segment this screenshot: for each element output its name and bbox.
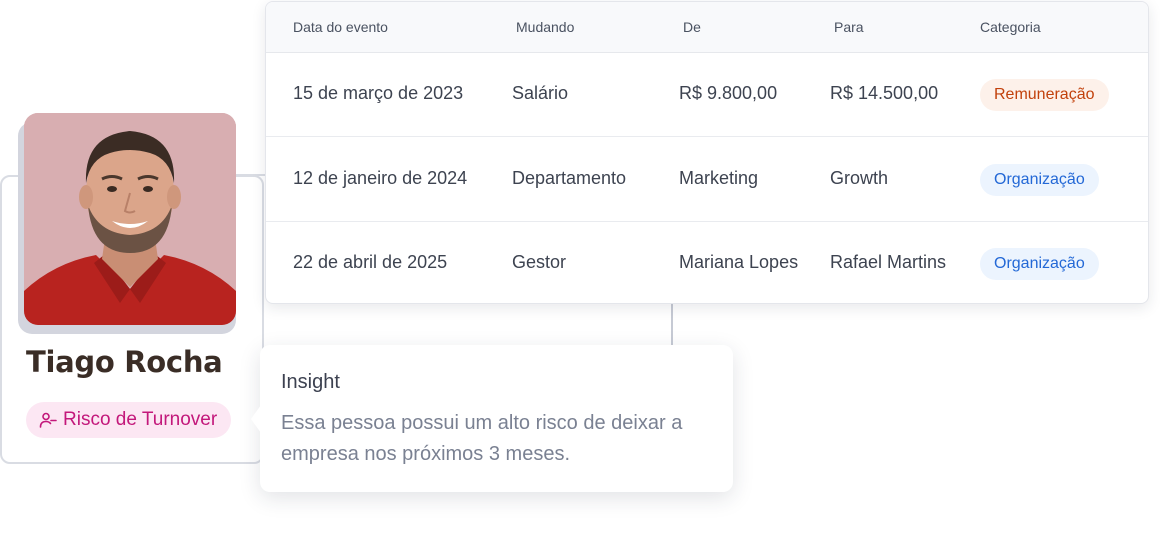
connector-line: [671, 304, 673, 345]
category-badge: Organização: [980, 164, 1099, 196]
table-row[interactable]: 12 de janeiro de 2024 Departamento Marke…: [266, 138, 1148, 222]
insight-title: Insight: [281, 371, 340, 393]
employee-overview: Tiago Rocha Risco de Turnover Data do ev…: [0, 0, 1160, 534]
column-header-to[interactable]: Para: [834, 19, 864, 35]
avatar: [24, 113, 236, 325]
column-header-date[interactable]: Data do evento: [293, 19, 388, 35]
column-header-from[interactable]: De: [683, 19, 701, 35]
insight-text: Essa pessoa possui um alto risco de deix…: [281, 412, 683, 465]
cell-changing: Salário: [512, 83, 569, 103]
cell-date: 22 de abril de 2025: [293, 252, 448, 272]
cell-to: R$ 14.500,00: [830, 83, 939, 103]
table-row[interactable]: 15 de março de 2023 Salário R$ 9.800,00 …: [266, 53, 1148, 137]
cell-to: Rafael Martins: [830, 252, 947, 272]
insight-card: Insight Essa pessoa possui um alto risco…: [260, 345, 733, 492]
cell-changing: Gestor: [512, 252, 567, 272]
user-minus-icon: [39, 411, 57, 429]
category-badge: Organização: [980, 248, 1099, 280]
table-row[interactable]: 22 de abril de 2025 Gestor Mariana Lopes…: [266, 222, 1148, 303]
change-history-table: Data do evento Mudando De Para Categoria…: [265, 1, 1149, 304]
cell-date: 12 de janeiro de 2024: [293, 168, 468, 188]
category-badge: Remuneração: [980, 79, 1109, 111]
insight-pointer: [251, 405, 261, 433]
cell-from: R$ 9.800,00: [679, 83, 778, 103]
table-header: Data do evento Mudando De Para Categoria: [266, 2, 1148, 53]
risk-badge-label: Risco de Turnover: [63, 409, 218, 430]
column-header-changing[interactable]: Mudando: [516, 19, 574, 35]
avatar-illustration: [24, 113, 236, 325]
cell-from: Mariana Lopes: [679, 252, 799, 272]
cell-from: Marketing: [679, 168, 759, 188]
cell-to: Growth: [830, 168, 889, 188]
turnover-risk-badge[interactable]: Risco de Turnover: [26, 402, 232, 438]
cell-changing: Departamento: [512, 168, 627, 188]
cell-date: 15 de março de 2023: [293, 83, 464, 103]
employee-name: Tiago Rocha: [26, 345, 223, 379]
column-header-category[interactable]: Categoria: [980, 19, 1041, 35]
